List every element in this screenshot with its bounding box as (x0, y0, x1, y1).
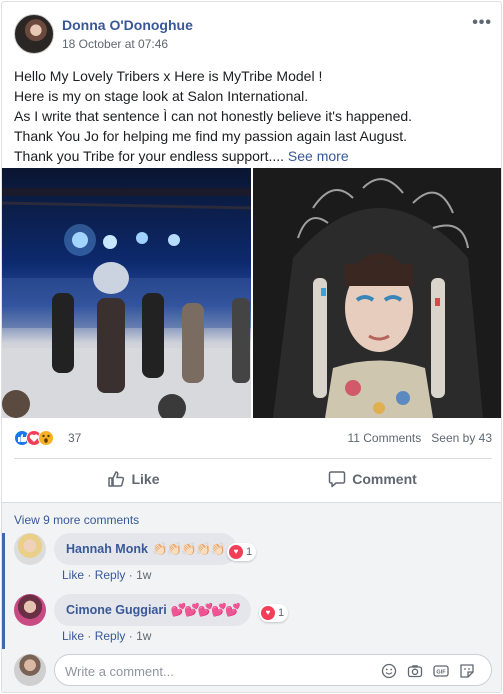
separator: · (128, 568, 137, 582)
sticker-icon[interactable] (459, 663, 475, 679)
svg-text:GIF: GIF (436, 670, 446, 676)
seen-by[interactable]: Seen by 43 (431, 431, 492, 445)
post-text-line: Hello My Lovely Tribers x Here is MyTrib… (14, 68, 323, 84)
comment-item: Hannah Monk 👏🏻👏🏻👏🏻👏🏻👏🏻 ♥ 1 Like · Reply … (14, 533, 492, 583)
reactions-count[interactable]: 37 (68, 431, 81, 445)
view-more-comments-link[interactable]: View 9 more comments (14, 513, 139, 527)
post-card: Donna O'Donoghue 18 October at 07:46 •••… (1, 1, 502, 693)
model-photo-illustration (253, 168, 501, 418)
love-icon: ♥ (229, 545, 243, 559)
reactions-summary: 37 11 Comments Seen by 43 (14, 428, 492, 448)
comment-input[interactable]: Write a comment... GIF (54, 654, 492, 686)
comment-reaction-badge[interactable]: ♥ 1 (259, 604, 289, 622)
see-more-link[interactable]: See more (288, 148, 349, 164)
separator: · (87, 568, 95, 582)
comment-like-link[interactable]: Like (62, 568, 84, 582)
comment-reaction-badge[interactable]: ♥ 1 (227, 543, 257, 561)
commenter-name[interactable]: Cimone Guggiari (66, 603, 167, 617)
like-button-label: Like (131, 471, 160, 487)
separator: · (128, 629, 137, 643)
love-icon: ♥ (261, 606, 275, 620)
comment-button-label: Comment (352, 471, 417, 487)
comment-highlight-bar (2, 533, 5, 593)
comment-time[interactable]: 1w (136, 629, 151, 643)
comment-bubble: Cimone Guggiari 💕💕💕💕💕 (54, 594, 251, 626)
stats-right: 11 Comments Seen by 43 (347, 431, 492, 445)
divider (14, 458, 492, 459)
post-text-line: Thank You Jo for helping me find my pass… (14, 128, 408, 144)
stage-photo[interactable] (2, 168, 251, 418)
post-header: Donna O'Donoghue 18 October at 07:46 ••• (14, 14, 492, 58)
comment-bubble: Hannah Monk 👏🏻👏🏻👏🏻👏🏻👏🏻 (54, 533, 237, 565)
like-button[interactable]: Like (14, 460, 253, 498)
model-closeup-photo[interactable] (253, 168, 501, 418)
reaction-icons[interactable] (14, 430, 66, 446)
comment-reaction-count: 1 (246, 546, 253, 558)
gif-icon[interactable]: GIF (433, 663, 449, 679)
commenter-name[interactable]: Hannah Monk (66, 542, 148, 556)
emoji-icon[interactable] (381, 663, 397, 679)
comment-composer: Write a comment... GIF (14, 654, 492, 688)
comment-item: Cimone Guggiari 💕💕💕💕💕 ♥ 1 Like · Reply ·… (14, 594, 492, 644)
separator: · (87, 629, 95, 643)
post-text-line: Here is my on stage look at Salon Intern… (14, 88, 309, 104)
comment-reply-link[interactable]: Reply (95, 568, 126, 582)
commenter-avatar[interactable] (14, 594, 46, 626)
comments-count[interactable]: 11 Comments (347, 431, 421, 445)
comment-time[interactable]: 1w (136, 568, 151, 582)
comment-input-placeholder: Write a comment... (65, 664, 174, 679)
comment-text: 💕💕💕💕💕 (170, 602, 241, 617)
comment-highlight-bar (2, 593, 5, 649)
author-avatar[interactable] (14, 14, 54, 54)
post-text-line: As I write that sentence Ì can not hones… (14, 108, 413, 124)
comment-reply-link[interactable]: Reply (95, 629, 126, 643)
camera-icon[interactable] (407, 663, 423, 679)
comment-meta: Like · Reply · 1w (62, 629, 151, 643)
speech-bubble-icon (328, 471, 346, 488)
photo-grid (2, 168, 501, 418)
thumbs-up-icon (108, 471, 125, 487)
wow-icon (38, 430, 54, 446)
post-text-line: Thank you Tribe for your endless support… (14, 146, 492, 166)
post-text-line-end: Thank you Tribe for your endless support… (14, 148, 285, 164)
comment-like-link[interactable]: Like (62, 629, 84, 643)
stage-photo-illustration (2, 188, 251, 418)
post-text: Hello My Lovely Tribers x Here is MyTrib… (14, 66, 492, 166)
author-name[interactable]: Donna O'Donoghue (62, 17, 193, 33)
commenter-avatar[interactable] (14, 533, 46, 565)
current-user-avatar[interactable] (14, 654, 46, 686)
post-actions: Like Comment (14, 460, 492, 498)
comment-reaction-count: 1 (278, 607, 285, 619)
post-timestamp[interactable]: 18 October at 07:46 (62, 37, 168, 51)
comment-text: 👏🏻👏🏻👏🏻👏🏻👏🏻 (151, 541, 226, 556)
more-options-icon[interactable]: ••• (472, 14, 492, 32)
comment-meta: Like · Reply · 1w (62, 568, 151, 582)
comment-button[interactable]: Comment (253, 460, 492, 498)
